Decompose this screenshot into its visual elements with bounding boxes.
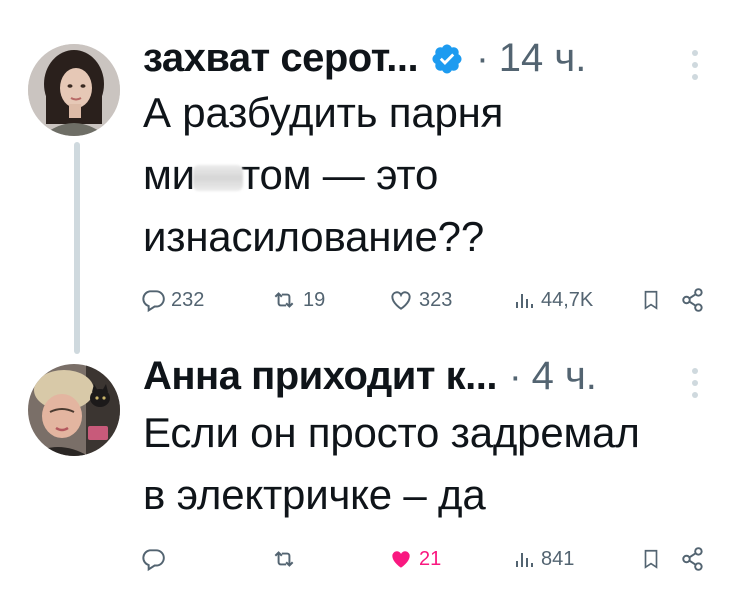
text-line: ми том — это — [143, 151, 439, 198]
repost-icon — [274, 551, 294, 567]
bookmark-button[interactable] — [640, 546, 662, 572]
text-line: в электричке – да — [143, 471, 486, 518]
like-count: 323 — [419, 288, 453, 311]
reply-count: 232 — [171, 288, 205, 311]
tweet-actions: 232 19 323 44,7K — [140, 287, 710, 317]
repost-icon — [274, 292, 294, 308]
views-icon — [516, 553, 533, 567]
tweet-header: Анна приходит к... · 4 ч. — [143, 354, 597, 399]
repost-button[interactable]: 19 — [270, 287, 325, 313]
avatar[interactable] — [28, 364, 120, 456]
bookmark-icon — [644, 290, 658, 310]
bookmark-button[interactable] — [640, 287, 662, 313]
thread-line — [74, 142, 80, 354]
like-icon — [391, 291, 411, 310]
tweet-actions: 21 841 — [140, 546, 710, 576]
more-icon[interactable] — [692, 368, 702, 404]
repost-button[interactable] — [270, 546, 303, 572]
views-button[interactable]: 44,7K — [512, 287, 593, 313]
separator-dot: · — [476, 38, 489, 80]
text-line: Если он просто задремал — [143, 409, 640, 456]
separator-dot: · — [508, 356, 522, 398]
like-button[interactable]: 21 — [388, 546, 441, 572]
timestamp[interactable]: 4 ч. — [532, 354, 597, 399]
like-button[interactable]: 323 — [388, 287, 452, 313]
like-icon — [392, 551, 410, 568]
avatar[interactable] — [28, 44, 120, 136]
tweet-text: А разбудить парня ми том — это изнасилова… — [143, 82, 503, 268]
view-count: 841 — [541, 547, 575, 570]
censor-blur — [192, 164, 243, 191]
timestamp[interactable]: 14 ч. — [499, 36, 587, 81]
bookmark-icon — [644, 549, 658, 569]
tweet-header: захват серот... · 14 ч. — [143, 36, 586, 81]
reply-icon — [142, 549, 165, 572]
verified-badge-icon — [430, 42, 464, 76]
reply-icon — [142, 290, 165, 313]
views-icon — [516, 294, 533, 308]
text-line: изнасилование?? — [143, 213, 484, 260]
text-line: А разбудить парня — [143, 89, 504, 136]
share-button[interactable] — [680, 546, 706, 572]
share-button[interactable] — [680, 287, 706, 313]
author-name[interactable]: Анна приходит к... — [143, 354, 497, 399]
repost-count: 19 — [303, 288, 326, 311]
share-icon — [682, 547, 703, 571]
reply-button[interactable]: 232 — [140, 287, 204, 313]
more-icon[interactable] — [692, 50, 702, 86]
reply-button[interactable] — [140, 546, 171, 572]
view-count: 44,7K — [541, 288, 594, 311]
tweet-text: Если он просто задремал в электричке – д… — [143, 402, 640, 526]
author-name[interactable]: захват серот... — [143, 36, 419, 81]
share-icon — [682, 288, 703, 312]
views-button[interactable]: 841 — [512, 546, 574, 572]
like-count: 21 — [419, 547, 442, 570]
